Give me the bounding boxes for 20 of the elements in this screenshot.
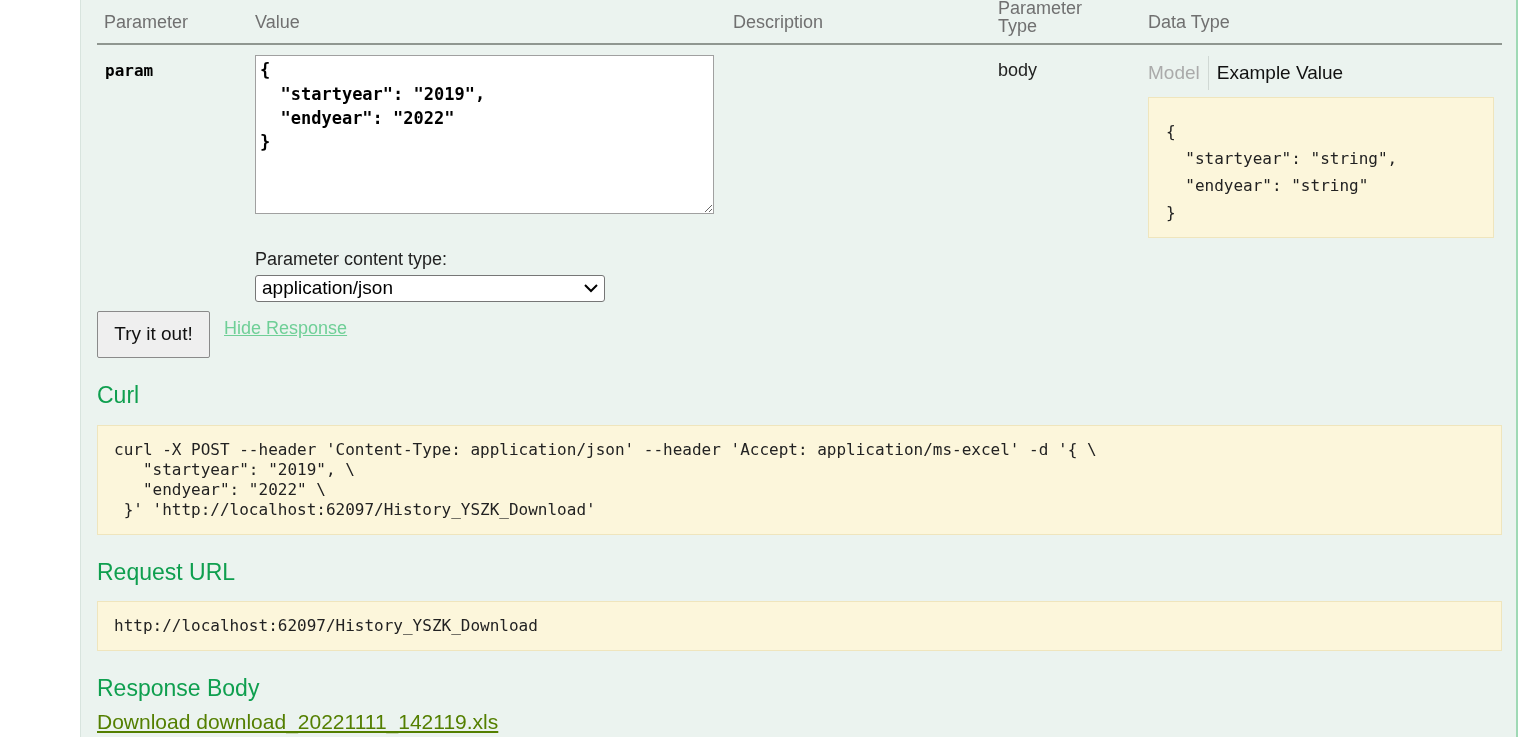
download-link[interactable]: Download download_20221111_142119.xls xyxy=(97,705,499,737)
try-it-out-button[interactable]: Try it out! xyxy=(97,311,210,358)
example-value-code: { "startyear": "string", "endyear": "string" } xyxy=(1148,97,1494,238)
content-type-select[interactable]: application/json xyxy=(255,275,605,302)
column-header: Parameter xyxy=(104,11,189,32)
section-title: Request URL xyxy=(97,557,237,587)
parameter-name: param xyxy=(105,61,154,80)
code-block: http://localhost:62097/History_YSZK_Download xyxy=(97,601,1502,651)
column-header: Value xyxy=(255,11,300,32)
column-header: Description xyxy=(733,11,824,32)
column-header: Parameter Type xyxy=(998,0,1084,35)
section-title: Curl xyxy=(97,381,141,410)
section-title: Response Body xyxy=(97,674,261,703)
column-header: Data Type xyxy=(1148,11,1230,32)
chevron-down-icon xyxy=(584,284,598,293)
parameter-type: body xyxy=(998,60,1038,80)
value-field[interactable]: { "startyear": "2019", "endyear": "2022" } xyxy=(255,55,714,214)
content-type-label: Parameter content type: xyxy=(255,248,449,271)
code-block: curl -X POST --header 'Content-Type: application/json' --header 'Accept: application/ms-excel' -d '{ \ "startyear": "2019", \ "endyear": "2022" \ }' 'http://localhost:62097/History_YSZK_Download' xyxy=(97,424,1502,535)
data-type-tab[interactable]: Example Value xyxy=(1207,56,1344,90)
